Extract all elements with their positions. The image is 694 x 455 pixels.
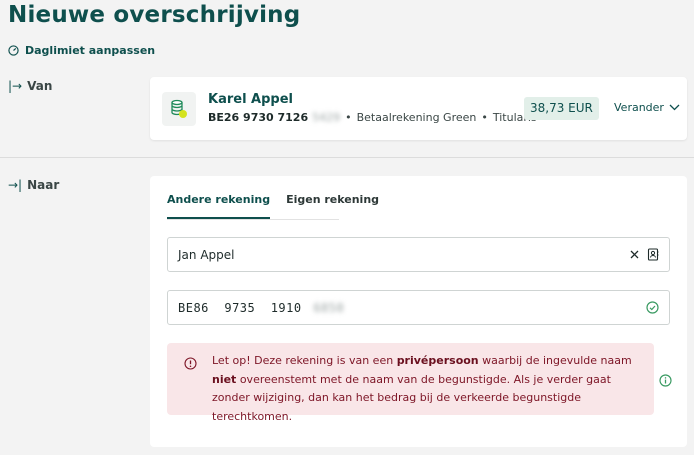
speedometer-icon [8,45,19,56]
change-label: Verander [614,101,664,114]
chevron-down-icon [669,104,680,111]
from-account-iban: BE26 9730 7126 [208,111,309,124]
tab-own-account[interactable]: Eigen rekening [286,193,379,219]
info-circle-icon[interactable] [659,372,672,391]
close-icon[interactable] [630,250,639,259]
to-account-card: Andere rekening Eigen rekening Jan Appel… [150,176,687,447]
alert-bold-private: privépersoon [396,354,479,367]
separator-dot: • [481,111,488,124]
tab-other-account[interactable]: Andere rekening [167,193,271,219]
van-section-label: |→ Van [8,79,53,93]
iban-masked: 6850 [313,300,345,315]
alert-text: waarbij de ingevulde naam [478,354,632,367]
from-account-iban-masked: 5429 [312,111,341,124]
daily-limit-label: Daglimiet aanpassen [25,44,156,57]
alert-bold-not: niet [212,372,237,386]
balance-badge: 38,73 EUR [524,97,599,120]
info-circle-icon [184,357,197,377]
beneficiary-name-input[interactable]: Jan Appel [167,237,670,272]
name-mismatch-alert: Let op! Deze rekening is van een privépe… [167,343,654,423]
alert-text: overeenstemt met de naam van de begunsti… [212,372,611,423]
check-circle-icon [646,301,659,314]
separator-dot: • [345,111,352,124]
daily-limit-link[interactable]: Daglimiet aanpassen [8,44,155,57]
contact-book-icon[interactable] [647,248,659,261]
section-divider [0,157,694,158]
from-account-type: Betaalrekening Green [356,111,477,124]
iban-visible: BE86 9735 1910 [178,300,302,315]
beneficiary-name-value: Jan Appel [178,247,235,262]
page-title: Nieuwe overschrijving [8,2,301,28]
beneficiary-iban-value: BE86 9735 1910 6850 [178,301,646,315]
beneficiary-iban-input[interactable]: BE86 9735 1910 6850 [167,290,670,325]
coins-stack-icon [162,92,196,126]
beneficiary-tabs: Andere rekening Eigen rekening [167,193,395,219]
tabs-underline [167,219,339,220]
from-account-holder: Karel Appel [208,92,294,107]
change-account-button[interactable]: Verander [614,101,680,114]
naar-section-label: →| Naar [8,178,60,192]
arrow-right-bar-icon: →| [8,178,23,192]
alert-text: Let op! Deze rekening is van een [212,354,397,367]
from-account-card[interactable]: Karel Appel BE26 9730 7126 5429 • Betaal… [150,77,687,140]
from-account-details: BE26 9730 7126 5429 • Betaalrekening Gre… [208,111,537,124]
arrow-right-bar-icon: |→ [8,79,23,93]
